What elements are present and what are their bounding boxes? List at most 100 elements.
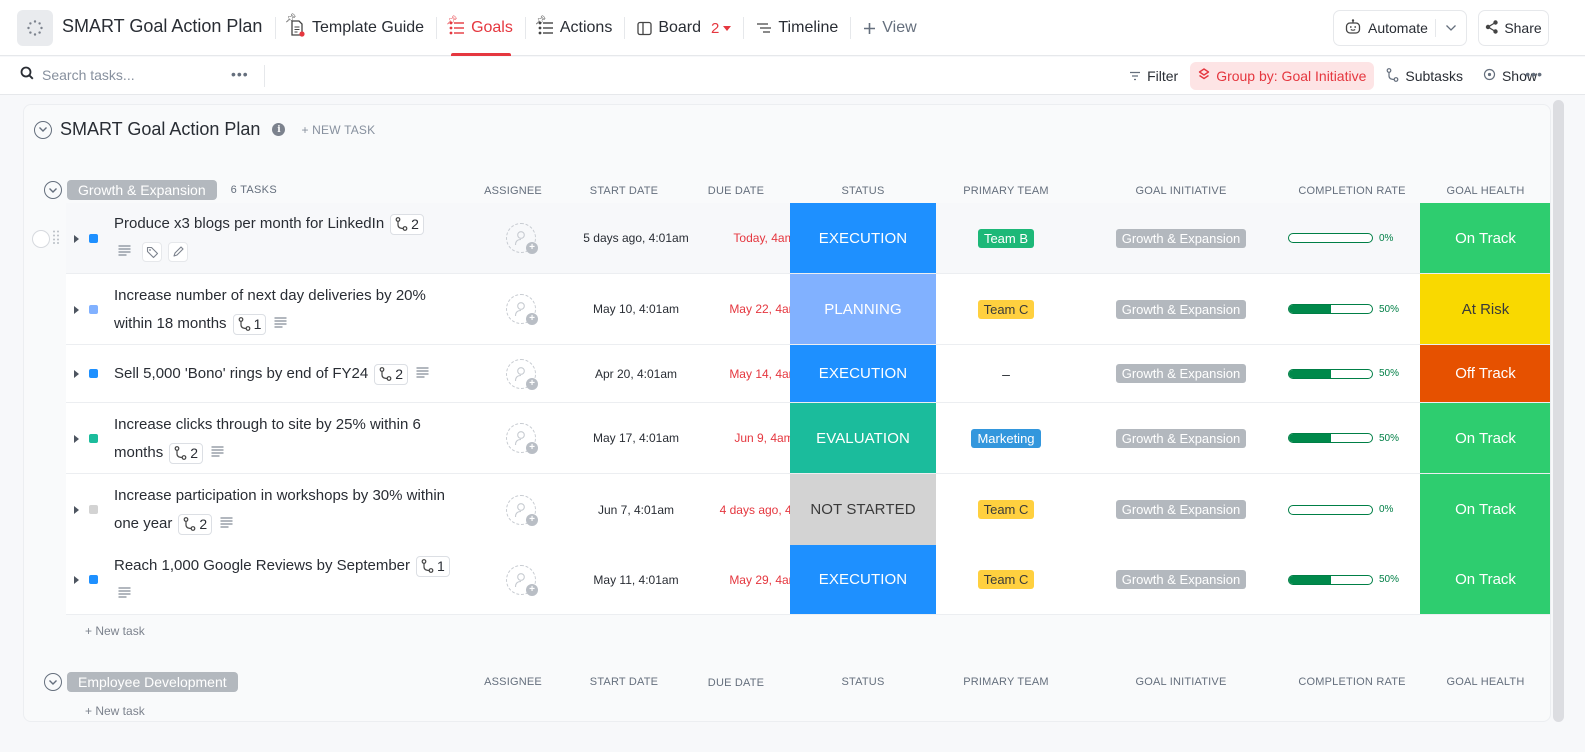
tab-goals[interactable]: 📌︎ Goals <box>437 0 525 56</box>
vertical-scrollbar[interactable] <box>1553 100 1564 722</box>
subtask-count-badge[interactable]: 2 <box>374 363 409 385</box>
task-title[interactable]: Reach 1,000 Google Reviews by September <box>114 557 410 574</box>
subtask-count-badge[interactable]: 2 <box>390 213 424 235</box>
new-task-button[interactable]: + New task <box>85 704 145 718</box>
primary-team-cell[interactable]: Team C <box>936 474 1076 545</box>
column-header-assignee[interactable]: ASSIGNEE <box>478 676 548 688</box>
column-header-status[interactable]: STATUS <box>790 676 936 688</box>
task-name-cell[interactable]: Increase participation in workshops by 3… <box>66 474 486 545</box>
expand-caret-icon[interactable] <box>74 370 79 378</box>
task-name-cell[interactable]: Increase number of next day deliveries b… <box>66 274 486 344</box>
column-header-start-date[interactable]: START DATE <box>559 676 689 688</box>
expand-caret-icon[interactable] <box>74 306 79 314</box>
column-header-goal-initiative[interactable]: GOAL INITIATIVE <box>1106 185 1256 197</box>
task-name-cell[interactable]: Sell 5,000 'Bono' rings by end of FY24 2 <box>66 345 486 402</box>
status-cell[interactable]: EXECUTION <box>790 545 936 614</box>
automate-button[interactable]: Automate <box>1333 10 1467 46</box>
primary-team-cell[interactable]: Team B <box>936 203 1076 273</box>
column-header-goal-health[interactable]: GOAL HEALTH <box>1420 185 1550 197</box>
filter-button[interactable]: Filter <box>1121 62 1186 90</box>
table-row[interactable]: Produce x3 blogs per month for LinkedIn 2… <box>32 203 1550 274</box>
share-button[interactable]: Share <box>1478 10 1549 46</box>
start-date-cell[interactable]: Apr 20, 4:01am <box>571 345 701 402</box>
drag-handle-icon[interactable] <box>53 230 59 249</box>
goal-initiative-cell[interactable]: Growth & Expansion <box>1106 274 1256 344</box>
goal-health-cell[interactable]: On Track <box>1420 403 1550 473</box>
column-header-completion-rate[interactable]: COMPLETION RATE <box>1287 185 1417 197</box>
goal-initiative-cell[interactable]: Growth & Expansion <box>1106 474 1256 545</box>
start-date-cell[interactable]: May 17, 4:01am <box>571 403 701 473</box>
subtask-count-badge[interactable]: 1 <box>416 555 450 577</box>
description-icon[interactable] <box>211 439 224 467</box>
task-name-cell[interactable]: Reach 1,000 Google Reviews by September 1 <box>66 545 486 614</box>
column-header-completion-rate[interactable]: COMPLETION RATE <box>1287 676 1417 688</box>
table-row[interactable]: Increase participation in workshops by 3… <box>66 474 1550 545</box>
tab-actions[interactable]: 📌︎ Actions <box>526 0 624 56</box>
add-assignee-icon[interactable]: + <box>506 223 538 254</box>
goal-initiative-cell[interactable]: Growth & Expansion <box>1106 403 1256 473</box>
description-icon[interactable] <box>274 310 287 338</box>
primary-team-cell[interactable]: – <box>936 345 1076 402</box>
assignee-cell[interactable]: + <box>486 345 556 402</box>
task-title[interactable]: Sell 5,000 'Bono' rings by end of FY24 <box>114 365 368 382</box>
status-cell[interactable]: PLANNING <box>790 274 936 344</box>
column-header-primary-team[interactable]: PRIMARY TEAM <box>936 676 1076 688</box>
add-assignee-icon[interactable]: + <box>506 423 538 454</box>
column-header-primary-team[interactable]: PRIMARY TEAM <box>936 185 1076 197</box>
description-icon[interactable] <box>416 360 429 388</box>
chevron-down-icon[interactable] <box>723 25 732 31</box>
task-title[interactable]: Increase participation in workshops by 3… <box>114 487 445 532</box>
subtask-count-badge[interactable]: 2 <box>169 442 203 464</box>
more-options-icon[interactable]: ••• <box>1525 66 1543 82</box>
column-header-status[interactable]: STATUS <box>790 185 936 197</box>
add-assignee-icon[interactable]: + <box>506 494 538 526</box>
column-header-assignee[interactable]: ASSIGNEE <box>478 185 548 197</box>
collapse-icon[interactable] <box>34 120 52 139</box>
expand-caret-icon[interactable] <box>74 435 79 443</box>
info-icon[interactable]: i <box>272 123 286 136</box>
table-row[interactable]: Increase clicks through to site by 25% w… <box>66 403 1550 474</box>
table-row[interactable]: Sell 5,000 'Bono' rings by end of FY24 2 … <box>66 345 1550 403</box>
goal-health-cell[interactable]: On Track <box>1420 545 1550 614</box>
collapse-icon[interactable] <box>44 673 62 691</box>
column-header-goal-initiative[interactable]: GOAL INITIATIVE <box>1106 676 1256 688</box>
more-options-icon[interactable]: ••• <box>231 66 249 82</box>
task-title[interactable]: Increase number of next day deliveries b… <box>114 287 426 332</box>
goal-health-cell[interactable]: At Risk <box>1420 274 1550 344</box>
add-assignee-icon[interactable]: + <box>506 358 538 390</box>
search-box[interactable] <box>20 66 222 83</box>
status-cell[interactable]: EXECUTION <box>790 203 936 273</box>
task-title[interactable]: Produce x3 blogs per month for LinkedIn <box>114 215 384 232</box>
primary-team-cell[interactable]: Team C <box>936 274 1076 344</box>
goal-health-cell[interactable]: Off Track <box>1420 345 1550 402</box>
start-date-cell[interactable]: 5 days ago, 4:01am <box>571 203 701 273</box>
start-date-cell[interactable]: Jun 7, 4:01am <box>571 474 701 545</box>
tag-icon[interactable] <box>142 242 163 263</box>
add-assignee-icon[interactable]: + <box>506 294 538 325</box>
expand-caret-icon[interactable] <box>74 506 79 514</box>
assignee-cell[interactable]: + <box>486 474 556 545</box>
goal-initiative-cell[interactable]: Growth & Expansion <box>1106 545 1256 614</box>
add-view-button[interactable]: View <box>851 0 928 56</box>
table-row[interactable]: Increase number of next day deliveries b… <box>66 274 1550 345</box>
search-input[interactable] <box>42 66 222 83</box>
assignee-cell[interactable]: + <box>486 274 556 344</box>
primary-team-cell[interactable]: Team C <box>936 545 1076 614</box>
subtask-count-badge[interactable]: 1 <box>232 313 267 335</box>
task-title[interactable]: Increase clicks through to site by 25% w… <box>114 416 421 461</box>
status-cell[interactable]: EVALUATION <box>790 403 936 473</box>
add-assignee-icon[interactable]: + <box>506 564 538 596</box>
subtask-count-badge[interactable]: 2 <box>178 513 213 535</box>
start-date-cell[interactable]: May 11, 4:01am <box>571 545 701 614</box>
goal-health-cell[interactable]: On Track <box>1420 474 1550 545</box>
assignee-cell[interactable]: + <box>486 203 556 273</box>
column-header-due-date[interactable]: DUE DATE <box>671 185 801 197</box>
description-icon[interactable] <box>220 510 233 538</box>
column-header-start-date[interactable]: START DATE <box>559 185 689 197</box>
tab-board[interactable]: Board 2 <box>625 0 743 56</box>
edit-pencil-icon[interactable] <box>168 242 189 263</box>
task-name-cell[interactable]: Increase clicks through to site by 25% w… <box>66 403 486 473</box>
group-label[interactable]: Employee Development <box>67 672 238 692</box>
description-icon[interactable] <box>118 580 131 608</box>
description-icon[interactable] <box>118 238 131 266</box>
